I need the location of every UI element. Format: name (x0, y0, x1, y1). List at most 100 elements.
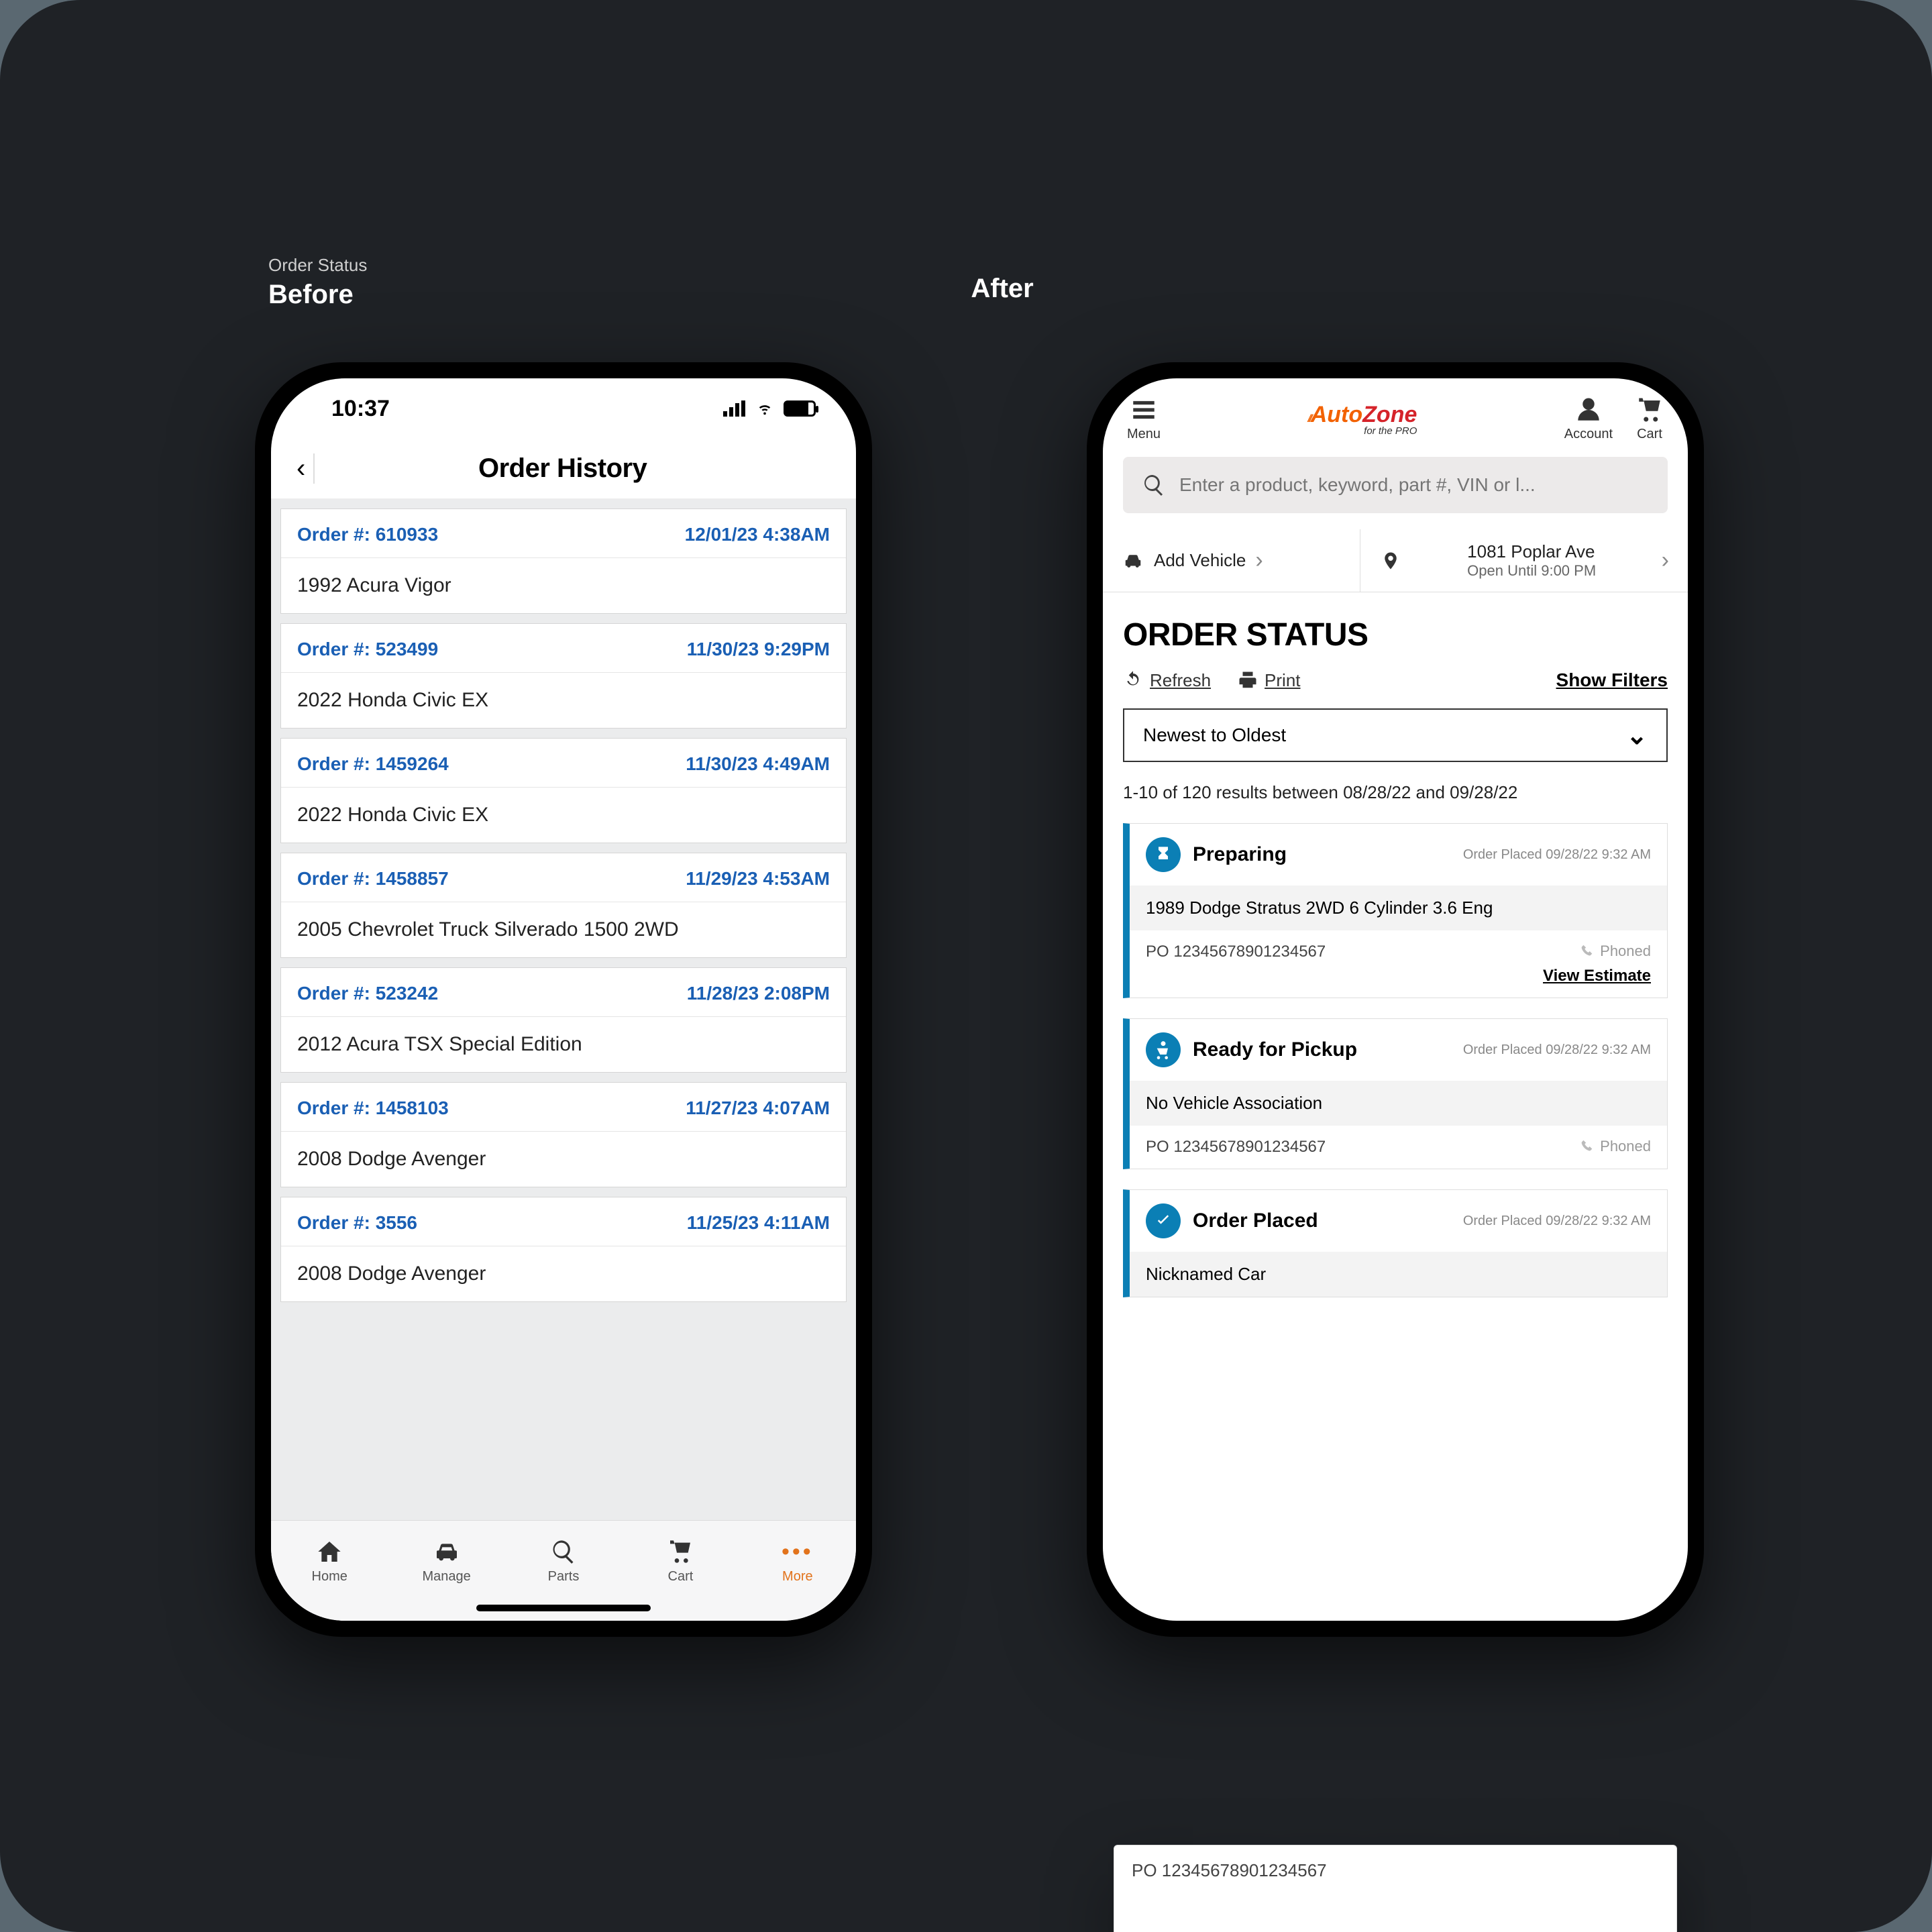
phone-icon (1580, 944, 1595, 959)
view-estimate-link[interactable]: View Estimate (1543, 967, 1651, 985)
tab-more[interactable]: ••• More (739, 1521, 856, 1602)
order-timestamp: 11/30/23 9:29PM (687, 639, 830, 660)
order-card[interactable]: Order #: 610933 12/01/23 4:38AM 1992 Acu… (280, 508, 847, 614)
chevron-right-icon: › (1662, 547, 1669, 574)
phone-before: 10:37 ‹ Order History Order #: 610933 12… (255, 362, 872, 1637)
order-number: Order #: 3556 (297, 1212, 417, 1234)
order-vehicle: 2022 Honda Civic EX (281, 788, 846, 843)
order-card[interactable]: Order #: 3556 11/25/23 4:11AM 2008 Dodge… (280, 1197, 847, 1302)
show-filters-button[interactable]: Show Filters (1556, 669, 1668, 691)
order-card[interactable]: Order #: 523242 11/28/23 2:08PM 2012 Acu… (280, 967, 847, 1073)
back-button[interactable]: ‹ (297, 453, 315, 484)
order-timestamp: 11/25/23 4:11AM (687, 1212, 830, 1234)
status-bar: 10:37 (271, 378, 856, 439)
status-label: Order Placed (1193, 1210, 1318, 1232)
order-history-list[interactable]: Order #: 610933 12/01/23 4:38AM 1992 Acu… (271, 499, 856, 1520)
label-after: After (971, 274, 1033, 304)
pin-icon (1379, 551, 1402, 571)
vehicle-label: Nicknamed Car (1130, 1252, 1667, 1297)
location-row: Add Vehicle › 1081 Poplar Ave Open Until… (1103, 529, 1688, 592)
app-header: Menu ///AutoZone for the PRO Account Car… (1103, 378, 1688, 457)
autozone-logo[interactable]: ///AutoZone for the PRO (1307, 402, 1417, 437)
cart-button[interactable]: Cart (1635, 396, 1664, 442)
home-indicator (476, 1605, 651, 1611)
print-button[interactable]: Print (1238, 670, 1300, 691)
status-label: Preparing (1193, 843, 1287, 866)
tab-manage[interactable]: Manage (388, 1521, 504, 1602)
order-number: Order #: 523499 (297, 639, 438, 660)
chevron-down-icon: ⌄ (1626, 720, 1648, 751)
status-card[interactable]: Ready for Pickup Order Placed 09/28/22 9… (1123, 1018, 1668, 1169)
chevron-right-icon: › (1255, 547, 1263, 574)
wifi-icon (755, 401, 774, 416)
add-vehicle-button[interactable]: Add Vehicle › (1103, 529, 1360, 592)
tab-cart[interactable]: Cart (622, 1521, 739, 1602)
order-timestamp: 11/27/23 4:07AM (686, 1097, 830, 1119)
more-icon: ••• (782, 1539, 814, 1565)
sort-select[interactable]: Newest to Oldest ⌄ (1123, 708, 1668, 762)
status-label: Ready for Pickup (1193, 1038, 1357, 1061)
order-timestamp: 11/29/23 4:53AM (686, 868, 830, 890)
order-vehicle: 1992 Acura Vigor (281, 558, 846, 613)
placed-timestamp: Order Placed 09/28/22 9:32 AM (1463, 1214, 1651, 1229)
status-card[interactable]: Preparing Order Placed 09/28/22 9:32 AM … (1123, 823, 1668, 998)
results-count: 1-10 of 120 results between 08/28/22 and… (1103, 762, 1688, 823)
phoned-label: Phoned (1543, 943, 1651, 960)
order-timestamp: 11/30/23 4:49AM (686, 753, 830, 775)
status-card[interactable]: Order Placed Order Placed 09/28/22 9:32 … (1123, 1189, 1668, 1297)
tab-parts[interactable]: Parts (505, 1521, 622, 1602)
cart-icon (667, 1538, 694, 1565)
refresh-icon (1123, 670, 1143, 690)
order-number: Order #: 1459264 (297, 753, 449, 775)
order-number: Order #: 523242 (297, 983, 438, 1004)
account-icon (1574, 396, 1603, 424)
search-bar[interactable] (1123, 457, 1668, 513)
refresh-button[interactable]: Refresh (1123, 670, 1211, 691)
tab-home[interactable]: Home (271, 1521, 388, 1602)
teaser-card: PO 12345678901234567 (1114, 1845, 1677, 1932)
order-card[interactable]: Order #: 1458103 11/27/23 4:07AM 2008 Do… (280, 1082, 847, 1187)
order-number: Order #: 1458103 (297, 1097, 449, 1119)
nav-row: ‹ Order History (271, 439, 856, 499)
order-card[interactable]: Order #: 1459264 11/30/23 4:49AM 2022 Ho… (280, 738, 847, 843)
cellular-icon (723, 400, 746, 417)
phone-after: Menu ///AutoZone for the PRO Account Car… (1087, 362, 1704, 1637)
order-vehicle: 2022 Honda Civic EX (281, 673, 846, 728)
car-icon (433, 1538, 460, 1565)
vehicle-label: No Vehicle Association (1130, 1081, 1667, 1126)
label-before: Before (268, 280, 367, 310)
order-timestamp: 11/28/23 2:08PM (687, 983, 830, 1004)
order-timestamp: 12/01/23 4:38AM (685, 524, 830, 545)
placed-timestamp: Order Placed 09/28/22 9:32 AM (1463, 847, 1651, 863)
check-icon (1146, 1203, 1181, 1238)
store-selector[interactable]: 1081 Poplar Ave Open Until 9:00 PM › (1360, 529, 1688, 592)
account-button[interactable]: Account (1564, 396, 1613, 442)
car-icon (1122, 551, 1144, 571)
page-title: Order History (315, 453, 810, 484)
search-icon (1142, 473, 1166, 497)
order-card[interactable]: Order #: 523499 11/30/23 9:29PM 2022 Hon… (280, 623, 847, 729)
phoned-label: Phoned (1580, 1138, 1651, 1155)
order-vehicle: 2012 Acura TSX Special Edition (281, 1017, 846, 1072)
statusbar-time: 10:37 (331, 396, 390, 422)
print-icon (1238, 670, 1258, 690)
hamburger-icon (1130, 396, 1158, 424)
hourglass-icon (1146, 837, 1181, 872)
search-input[interactable] (1179, 474, 1649, 496)
cart-person-icon (1146, 1032, 1181, 1067)
action-row: Refresh Print Show Filters (1103, 669, 1688, 708)
po-number: PO 12345678901234567 (1146, 943, 1326, 961)
menu-button[interactable]: Menu (1127, 396, 1161, 442)
phone-icon (1580, 1139, 1595, 1154)
home-icon (316, 1538, 343, 1565)
order-number: Order #: 610933 (297, 524, 438, 545)
order-number: Order #: 1458857 (297, 868, 449, 890)
order-vehicle: 2008 Dodge Avenger (281, 1132, 846, 1187)
order-vehicle: 2005 Chevrolet Truck Silverado 1500 2WD (281, 902, 846, 957)
order-vehicle: 2008 Dodge Avenger (281, 1246, 846, 1301)
order-card[interactable]: Order #: 1458857 11/29/23 4:53AM 2005 Ch… (280, 853, 847, 958)
battery-icon (784, 400, 816, 417)
search-icon (550, 1538, 577, 1565)
po-number: PO 12345678901234567 (1146, 1138, 1326, 1157)
placed-timestamp: Order Placed 09/28/22 9:32 AM (1463, 1042, 1651, 1058)
